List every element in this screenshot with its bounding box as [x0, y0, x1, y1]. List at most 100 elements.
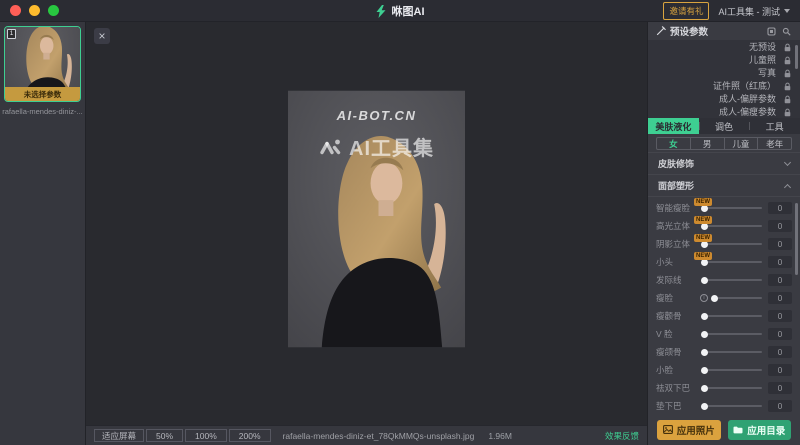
- apply-photo-button[interactable]: 应用照片: [657, 420, 721, 440]
- info-icon[interactable]: [700, 294, 708, 302]
- preset-item[interactable]: 写真: [648, 66, 800, 79]
- account-dropdown[interactable]: AI工具集 - 测试: [718, 5, 790, 18]
- zoom-200-button[interactable]: 200%: [229, 429, 271, 442]
- close-image-button[interactable]: ×: [94, 28, 110, 44]
- slider-handle[interactable]: [701, 313, 708, 320]
- slider-track[interactable]: [702, 225, 762, 227]
- lock-icon: [784, 82, 791, 91]
- preset-panel-title: 预设参数: [670, 24, 708, 38]
- fit-screen-button[interactable]: 适应屏幕: [94, 429, 144, 442]
- slider-value[interactable]: 0: [768, 202, 792, 214]
- slider-value[interactable]: 0: [768, 364, 792, 376]
- age-gender-tab[interactable]: 女: [657, 138, 690, 149]
- section-face-shaping[interactable]: 面部塑形: [648, 174, 800, 196]
- chevron-down-icon: [784, 9, 790, 13]
- slider-value[interactable]: 0: [768, 238, 792, 250]
- slider-handle[interactable]: [701, 277, 708, 284]
- lock-icon: [784, 56, 791, 65]
- tool-tab[interactable]: 工具: [749, 118, 800, 134]
- tool-tab[interactable]: 调色: [699, 118, 750, 134]
- slider-track[interactable]: [702, 243, 762, 245]
- slider-label: 小脸: [656, 364, 700, 376]
- slider-track[interactable]: [702, 333, 762, 335]
- preset-item-label: 成人-偏胖参数: [719, 92, 776, 105]
- lock-icon: [784, 43, 791, 52]
- slider-row: V 脸 0: [648, 325, 800, 343]
- section-skin-retouch[interactable]: 皮肤修饰: [648, 152, 800, 174]
- photo-thumbnail[interactable]: 未选择参数 1: [4, 26, 81, 102]
- new-badge: NEW: [694, 234, 712, 242]
- preset-item[interactable]: 无预设: [648, 40, 800, 53]
- slider-row: NEW 小头 0: [648, 253, 800, 271]
- new-badge: NEW: [694, 198, 712, 206]
- chevron-up-icon: [784, 183, 791, 190]
- slider-track[interactable]: [702, 387, 762, 389]
- slider-value[interactable]: 0: [768, 292, 792, 304]
- slider-track[interactable]: [702, 261, 762, 263]
- slider-handle[interactable]: [701, 367, 708, 374]
- slider-value[interactable]: 0: [768, 220, 792, 232]
- zoom-100-button[interactable]: 100%: [185, 429, 227, 442]
- panel-scrollbar[interactable]: [795, 203, 798, 275]
- slider-value[interactable]: 0: [768, 310, 792, 322]
- portrait-image: [288, 90, 465, 348]
- apply-photo-label: 应用照片: [677, 423, 715, 437]
- slider-row: 小脸 0: [648, 361, 800, 379]
- app-title: 咻图AI: [392, 3, 425, 19]
- age-gender-tab[interactable]: 老年: [757, 138, 791, 149]
- preset-item[interactable]: 成人-偏瘦参数: [648, 105, 800, 118]
- apply-folder-button[interactable]: 应用目录: [728, 420, 792, 440]
- slider-row: 瘦脸 0: [648, 289, 800, 307]
- feedback-link[interactable]: 效果反馈: [605, 430, 639, 442]
- preset-item[interactable]: 儿童照: [648, 53, 800, 66]
- age-gender-tab[interactable]: 男: [690, 138, 724, 149]
- preset-save-icon[interactable]: [766, 26, 777, 37]
- slider-track[interactable]: [702, 351, 762, 353]
- photo-list-sidebar: 未选择参数 1 rafaella-mendes-diniz-...: [0, 22, 85, 445]
- preset-item[interactable]: 证件照（红底）: [648, 79, 800, 92]
- slider-value[interactable]: 0: [768, 382, 792, 394]
- slider-track[interactable]: [712, 297, 762, 299]
- slider-value[interactable]: 0: [768, 328, 792, 340]
- zoom-50-button[interactable]: 50%: [146, 429, 183, 442]
- slider-value[interactable]: 0: [768, 400, 792, 412]
- slider-label: 瘦颌骨: [656, 346, 700, 358]
- traffic-lights: [10, 5, 59, 16]
- slider-rows: NEW 智能瘦脸 0 NEW 高光立体 0 NEW 阴影立体 0 NEW 小头 …: [648, 199, 800, 415]
- window-minimize-button[interactable]: [29, 5, 40, 16]
- tool-tab[interactable]: 美肤液化: [648, 118, 699, 134]
- slider-handle[interactable]: [711, 295, 718, 302]
- slider-handle[interactable]: [701, 385, 708, 392]
- slider-group: NEW 智能瘦脸 0 NEW 高光立体 0 NEW 阴影立体 0 NEW 小头 …: [648, 196, 800, 414]
- slider-row: NEW 阴影立体 0: [648, 235, 800, 253]
- slider-label: 瘦脸: [656, 292, 700, 304]
- thumbnail-index-badge: 1: [7, 29, 16, 39]
- new-badge: NEW: [694, 216, 712, 224]
- invite-reward-button[interactable]: 邀请有礼: [663, 2, 709, 20]
- photo-icon: [663, 425, 673, 434]
- slider-handle[interactable]: [701, 403, 708, 410]
- app-window: 咻图AI 邀请有礼 AI工具集 - 测试 未选择参数 1 rafaella-me…: [0, 0, 800, 445]
- slider-track[interactable]: [702, 369, 762, 371]
- canvas-area: × AI-BOT.CN AI工具集: [85, 22, 648, 445]
- apply-actions: 应用照片 应用目录: [648, 414, 800, 445]
- preset-search-icon[interactable]: [781, 26, 792, 37]
- slider-track[interactable]: [702, 315, 762, 317]
- window-zoom-button[interactable]: [48, 5, 59, 16]
- slider-value[interactable]: 0: [768, 274, 792, 286]
- preset-scrollbar[interactable]: [795, 45, 798, 69]
- lightning-logo-icon: [376, 5, 387, 18]
- slider-label: 发际线: [656, 274, 700, 286]
- slider-value[interactable]: 0: [768, 256, 792, 268]
- slider-handle[interactable]: [701, 331, 708, 338]
- slider-handle[interactable]: [701, 349, 708, 356]
- age-gender-tab[interactable]: 儿童: [724, 138, 758, 149]
- slider-track[interactable]: [702, 279, 762, 281]
- window-close-button[interactable]: [10, 5, 21, 16]
- preset-panel-header: 预设参数: [648, 22, 800, 40]
- slider-track[interactable]: [702, 207, 762, 209]
- preset-item-label: 儿童照: [749, 53, 776, 66]
- preset-item[interactable]: 成人-偏胖参数: [648, 92, 800, 105]
- slider-track[interactable]: [702, 405, 762, 407]
- slider-value[interactable]: 0: [768, 346, 792, 358]
